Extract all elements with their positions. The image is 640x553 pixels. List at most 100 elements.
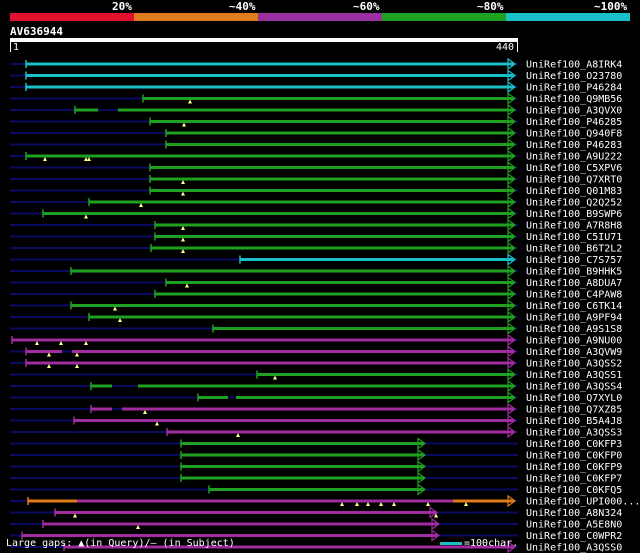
- hit-row[interactable]: UniRef100_A5E8N0: [10, 517, 622, 531]
- hit-row[interactable]: UniRef100_A7R8H8: [10, 218, 622, 232]
- hit-label[interactable]: UniRef100_A3QSS4: [526, 382, 622, 393]
- hit-label[interactable]: UniRef100_A3QSS0: [526, 543, 622, 553]
- hit-alignment-graphic: UniRef100_A8IRK4UniRef100_O23780UniRef10…: [10, 57, 640, 553]
- hit-label[interactable]: UniRef100_A3QVW9: [526, 347, 622, 358]
- query-gap-marker: [182, 122, 186, 127]
- hit-label[interactable]: UniRef100_Q7XYL0: [526, 393, 622, 404]
- hit-label[interactable]: UniRef100_C0KFP3: [526, 439, 622, 450]
- hit-label[interactable]: UniRef100_B6T2L2: [526, 244, 622, 255]
- hit-label[interactable]: UniRef100_C0WPR2: [526, 531, 622, 542]
- hit-label[interactable]: UniRef100_C5IU71: [526, 232, 622, 243]
- query-gap-marker: [118, 318, 122, 322]
- hit-label[interactable]: UniRef100_A3QSS3: [526, 428, 622, 439]
- hit-label[interactable]: UniRef100_A3QSS2: [526, 359, 622, 370]
- hit-label[interactable]: UniRef100_A7R8H8: [526, 221, 622, 232]
- hit-row[interactable]: UniRef100_C0KFP9: [10, 460, 622, 474]
- hit-row[interactable]: UniRef100_A8DUA7: [10, 276, 622, 290]
- hit-label[interactable]: UniRef100_Q940F8: [526, 129, 622, 140]
- hit-row[interactable]: UniRef100_C5IU71: [10, 230, 622, 244]
- hit-row[interactable]: UniRef100_A9NU00: [10, 333, 622, 347]
- hit-row[interactable]: UniRef100_Q7XYL0: [10, 391, 622, 405]
- hit-label[interactable]: UniRef100_C0KFP7: [526, 474, 622, 485]
- query-gap-marker: [464, 502, 468, 506]
- hit-label[interactable]: UniRef100_Q7XZ85: [526, 405, 622, 416]
- hit-row[interactable]: UniRef100_P46285: [10, 115, 622, 129]
- hit-row[interactable]: UniRef100_C0KFQ5: [10, 483, 622, 497]
- hit-label[interactable]: UniRef100_P46284: [526, 83, 622, 94]
- hit-row[interactable]: UniRef100_C5XPV6: [10, 161, 622, 175]
- hit-label[interactable]: UniRef100_UPI000...: [526, 497, 640, 508]
- hit-label[interactable]: UniRef100_B9HHK5: [526, 267, 622, 278]
- query-gap-marker: [35, 341, 39, 345]
- hit-label[interactable]: UniRef100_Q01M83: [526, 186, 622, 197]
- query-gap-marker: [73, 513, 77, 518]
- hit-row[interactable]: UniRef100_P46283: [10, 138, 622, 152]
- scale-swatch: [440, 541, 462, 545]
- hit-label[interactable]: UniRef100_A8IRK4: [526, 60, 622, 71]
- hit-label[interactable]: UniRef100_C4PAW8: [526, 290, 622, 301]
- gap-legend: Large gaps: ▲(in Query)/– (in Subject): [6, 538, 235, 549]
- hit-row[interactable]: UniRef100_C0KFP3: [10, 437, 622, 451]
- hit-row[interactable]: UniRef100_Q7XRT0: [10, 172, 622, 186]
- hit-row[interactable]: UniRef100_O23780: [10, 69, 622, 83]
- hit-row[interactable]: UniRef100_A3QVX0: [10, 103, 622, 117]
- hit-label[interactable]: UniRef100_A9U222: [526, 152, 622, 163]
- hit-row[interactable]: UniRef100_A3QSS3: [10, 425, 622, 439]
- hit-row[interactable]: UniRef100_A8IRK4: [10, 57, 622, 71]
- hit-label[interactable]: UniRef100_C0KFP9: [526, 462, 622, 473]
- hit-row[interactable]: UniRef100_A3QSS1: [10, 368, 622, 382]
- hit-label[interactable]: UniRef100_O23780: [526, 71, 622, 82]
- hit-label[interactable]: UniRef100_P46283: [526, 140, 622, 151]
- query-gap-marker: [181, 191, 185, 196]
- hit-row[interactable]: UniRef100_Q2Q252: [10, 195, 622, 209]
- hit-label[interactable]: UniRef100_A5E8N0: [526, 520, 622, 531]
- hit-label[interactable]: UniRef100_C6TK14: [526, 301, 622, 312]
- hit-label[interactable]: UniRef100_C5XPV6: [526, 163, 622, 174]
- hit-row[interactable]: UniRef100_B9SWP6: [10, 207, 622, 221]
- hit-label[interactable]: UniRef100_Q7XRT0: [526, 175, 622, 186]
- query-gap-marker: [84, 214, 88, 219]
- scale-legend-text: =100char.: [464, 538, 519, 549]
- hit-label[interactable]: UniRef100_A3QVX0: [526, 106, 622, 117]
- hit-label[interactable]: UniRef100_A8N324: [526, 508, 622, 519]
- hit-row[interactable]: UniRef100_P46284: [10, 80, 622, 94]
- hit-row[interactable]: UniRef100_B6T2L2: [10, 241, 622, 255]
- hit-row[interactable]: UniRef100_A9S1S8: [10, 322, 622, 336]
- hit-row[interactable]: UniRef100_Q01M83: [10, 184, 622, 198]
- hit-label[interactable]: UniRef100_B5A4J8: [526, 416, 622, 427]
- hit-row[interactable]: UniRef100_A3QVW9: [10, 345, 622, 359]
- hit-row[interactable]: UniRef100_C0KFP0: [10, 448, 622, 462]
- hit-label[interactable]: UniRef100_Q2Q252: [526, 198, 622, 209]
- hit-row[interactable]: UniRef100_A9U222: [10, 149, 622, 163]
- hit-row[interactable]: UniRef100_C0KFP7: [10, 471, 622, 485]
- hit-label[interactable]: UniRef100_C0KFP0: [526, 451, 622, 462]
- hit-row[interactable]: UniRef100_A9PF94: [10, 310, 622, 324]
- query-gap-marker: [392, 502, 396, 506]
- hit-label[interactable]: UniRef100_P46285: [526, 117, 622, 128]
- hit-label[interactable]: UniRef100_A9S1S8: [526, 324, 622, 335]
- hit-row[interactable]: UniRef100_A3QSS4: [10, 379, 622, 393]
- hit-row[interactable]: UniRef100_Q7XZ85: [10, 402, 622, 416]
- hit-row[interactable]: UniRef100_A8N324: [10, 506, 622, 520]
- hit-label[interactable]: UniRef100_A3QSS1: [526, 370, 622, 381]
- hit-label[interactable]: UniRef100_B9SWP6: [526, 209, 622, 220]
- hit-row[interactable]: UniRef100_C7S757: [10, 253, 622, 267]
- hit-label[interactable]: UniRef100_C7S757: [526, 255, 622, 266]
- hit-label[interactable]: UniRef100_C0KFQ5: [526, 485, 622, 496]
- hit-label[interactable]: UniRef100_A8DUA7: [526, 278, 622, 289]
- query-gap-marker: [273, 375, 277, 380]
- hit-row[interactable]: UniRef100_C4PAW8: [10, 287, 622, 301]
- query-gap-marker: [87, 157, 91, 161]
- hit-row[interactable]: UniRef100_C6TK14: [10, 299, 622, 313]
- hit-row[interactable]: UniRef100_B5A4J8: [10, 414, 622, 428]
- hit-row[interactable]: UniRef100_UPI000...: [10, 494, 640, 508]
- hit-label[interactable]: UniRef100_A9PF94: [526, 313, 622, 324]
- hit-label[interactable]: UniRef100_Q9MB56: [526, 94, 622, 105]
- hit-row[interactable]: UniRef100_Q940F8: [10, 126, 622, 140]
- query-gap-marker: [379, 502, 383, 506]
- query-gap-marker: [181, 249, 185, 253]
- hit-label[interactable]: UniRef100_A9NU00: [526, 336, 622, 347]
- hit-row[interactable]: UniRef100_B9HHK5: [10, 264, 622, 278]
- hit-row[interactable]: UniRef100_A3QSS2: [10, 356, 622, 370]
- hit-row[interactable]: UniRef100_Q9MB56: [10, 92, 622, 106]
